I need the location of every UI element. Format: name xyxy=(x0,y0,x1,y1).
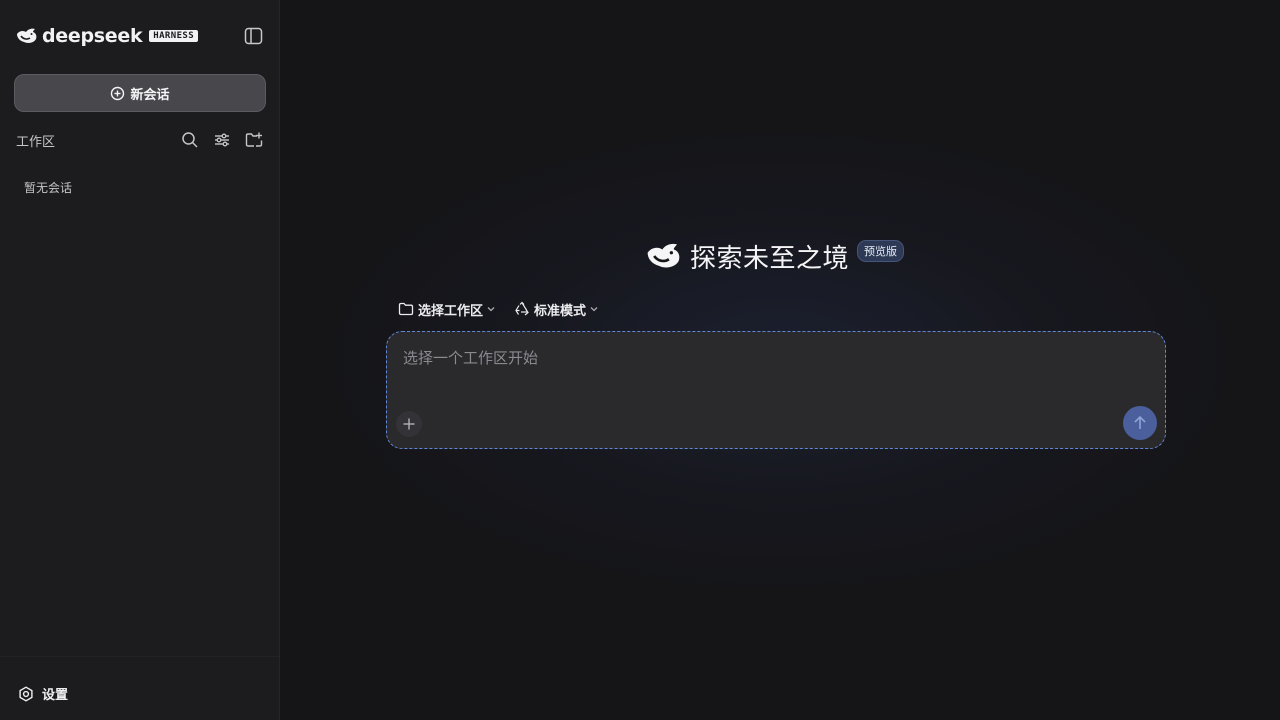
prompt-input[interactable] xyxy=(403,346,1143,370)
sliders-icon[interactable] xyxy=(213,131,231,149)
settings-label: 设置 xyxy=(42,688,69,703)
attach-button[interactable] xyxy=(396,411,422,437)
folder-plus-icon[interactable] xyxy=(245,131,263,149)
sidebar-toggle-icon[interactable] xyxy=(244,27,263,45)
mode-select-label: 标准模式 xyxy=(534,303,587,319)
brand-logo[interactable]: deepseek HARNESS xyxy=(16,24,199,48)
new-chat-button[interactable]: 新会话 xyxy=(14,74,266,112)
sidebar: deepseek HARNESS 新会话 工作区 暂无会话 设置 xyxy=(0,0,280,720)
brand-badge: HARNESS xyxy=(149,30,199,42)
folder-icon xyxy=(398,302,414,316)
chevron-down-icon xyxy=(590,307,598,312)
workspace-section-label: 工作区 xyxy=(16,135,56,150)
new-chat-label: 新会话 xyxy=(130,87,170,103)
plus-icon xyxy=(403,418,415,430)
gear-icon xyxy=(19,686,33,701)
chevron-down-icon xyxy=(487,307,495,312)
empty-conversations-text: 暂无会话 xyxy=(24,181,73,195)
arrow-up-icon xyxy=(1134,415,1146,429)
settings-button[interactable]: 设置 xyxy=(18,684,68,703)
search-icon[interactable] xyxy=(181,131,199,149)
main-area: 探索未至之境 预览版 选择工作区 标准模式 xyxy=(280,0,1280,720)
workspace-select-label: 选择工作区 xyxy=(418,303,484,319)
composer xyxy=(386,331,1166,449)
send-button[interactable] xyxy=(1123,406,1157,440)
hero-title: 探索未至之境 xyxy=(690,243,850,274)
composer-toolbar: 选择工作区 标准模式 xyxy=(398,299,617,319)
recycle-icon xyxy=(515,301,529,316)
workspace-select[interactable]: 选择工作区 xyxy=(398,300,496,319)
hero-heading: 探索未至之境 预览版 xyxy=(646,238,905,274)
plus-circle-icon xyxy=(111,86,125,100)
mode-select[interactable]: 标准模式 xyxy=(514,300,599,319)
brand-name: deepseek xyxy=(42,25,143,47)
preview-badge: 预览版 xyxy=(857,240,905,262)
whale-icon xyxy=(17,28,37,43)
whale-icon xyxy=(647,243,680,268)
